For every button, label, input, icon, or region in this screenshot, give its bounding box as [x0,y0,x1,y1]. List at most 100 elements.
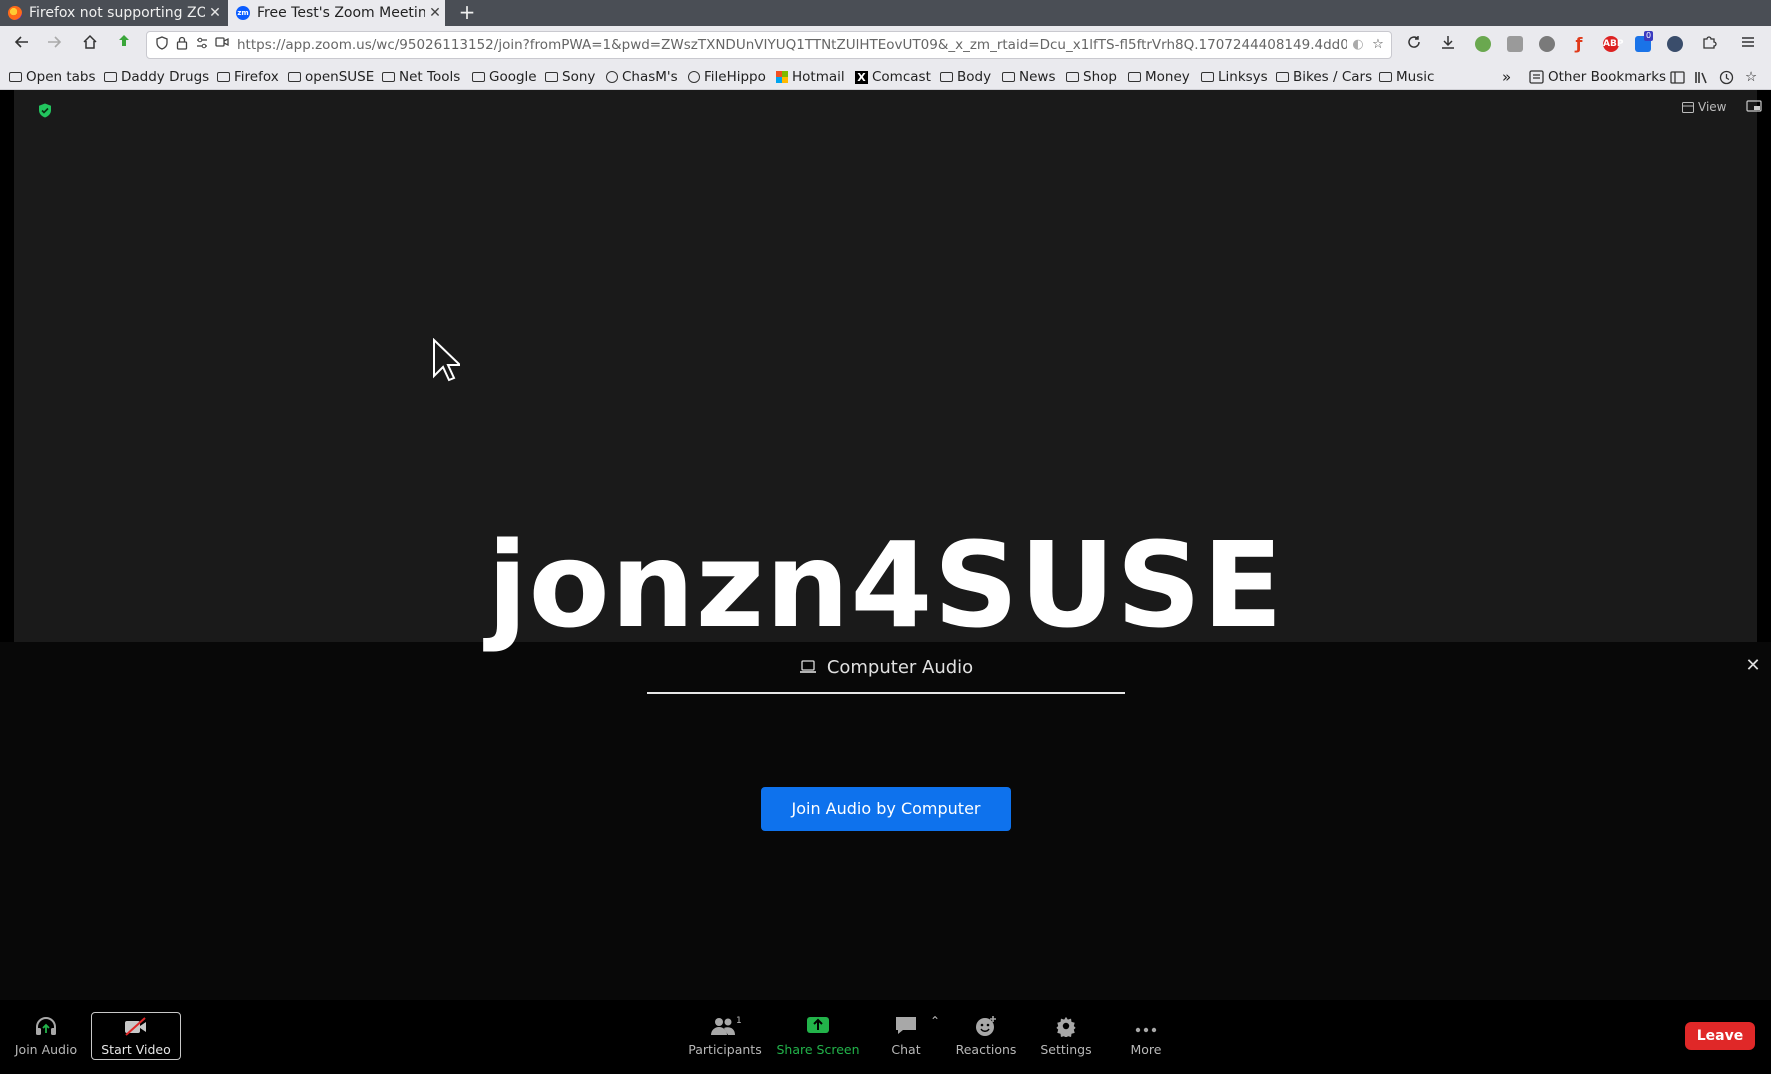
view-button[interactable]: View [1682,98,1763,116]
refresh-extension-button[interactable] [112,33,136,57]
bookmark-label: Hotmail [792,69,845,85]
fullscreen-icon[interactable] [1746,100,1763,114]
join-audio-button[interactable]: Join Audio [6,1008,86,1064]
bookmark-google[interactable]: Google [472,64,537,90]
reload-button[interactable] [1402,33,1426,57]
other-bookmarks[interactable]: Other Bookmarks [1529,64,1666,90]
bookmark-label: Shop [1083,69,1117,85]
bookmark-comcast[interactable]: X Comcast [855,64,931,90]
reactions-button[interactable]: Reactions [946,1008,1026,1064]
share-screen-button[interactable]: Share Screen [776,1008,860,1064]
url-text[interactable]: https://app.zoom.us/wc/95026113152/join?… [237,32,1347,58]
bookmark-label: Net Tools [399,69,461,85]
extension-shield-icon[interactable] [1507,36,1523,52]
back-button[interactable] [10,33,34,57]
bookmark-label: FileHippo [704,69,766,85]
forward-button[interactable] [42,33,66,57]
encryption-shield-icon[interactable] [38,103,52,118]
extension-green-icon[interactable] [1475,36,1491,52]
start-video-label: Start Video [101,1042,171,1057]
folder-icon [1276,72,1289,82]
tab-zoom-meeting[interactable]: zm Free Test's Zoom Meeting ✕ [228,0,445,26]
lock-icon[interactable] [173,36,191,54]
bookmark-shop[interactable]: Shop [1066,64,1117,90]
bookmark-opensuse[interactable]: openSUSE [288,64,374,90]
bookmark-star-icon[interactable]: ☆ [1369,36,1387,54]
bookmark-music[interactable]: Music [1379,64,1434,90]
bookmark-body[interactable]: Body [940,64,991,90]
bookmarks-star-icon[interactable]: ☆ [1745,64,1757,90]
bookmark-label: openSUSE [305,69,375,85]
bookmark-hotmail[interactable]: Hotmail [776,64,845,90]
bookmark-net-tools[interactable]: Net Tools [382,64,460,90]
home-button[interactable] [78,33,102,57]
leave-button[interactable]: Leave [1685,1022,1755,1050]
folder-icon [940,72,953,82]
bookmark-bikes-cars[interactable]: Bikes / Cars [1276,64,1372,90]
menu-button[interactable] [1736,33,1760,57]
library-icon[interactable] [1694,64,1709,90]
bookmark-label: Linksys [1218,69,1268,85]
adblock-plus-icon[interactable]: ABP [1603,36,1623,52]
microsoft-icon [776,71,788,83]
extension-badge: 0 [1644,31,1654,41]
bookmark-firefox[interactable]: Firefox [217,64,279,90]
navigation-toolbar: https://app.zoom.us/wc/95026113152/join?… [0,26,1771,64]
extensions-button[interactable] [1697,33,1721,57]
folder-icon [217,72,230,82]
url-bar[interactable]: https://app.zoom.us/wc/95026113152/join?… [146,31,1392,59]
bookmark-open-tabs[interactable]: Open tabs [9,64,96,90]
zoom-meeting-area: View Computer Audio ✕ Join Audio by Comp… [0,90,1771,1074]
start-video-button[interactable]: Start Video [91,1012,181,1060]
bookmark-label: Body [957,69,992,85]
home-icon [83,34,97,49]
extension-gray-icon[interactable] [1539,36,1555,52]
participants-count: 1 [736,1016,742,1026]
history-icon[interactable] [1719,64,1734,90]
tab-title: Firefox not supporting ZO [29,5,205,21]
folder-icon [1128,72,1141,82]
bookmark-chasms[interactable]: ChasM's [606,64,678,90]
bookmark-label: Bikes / Cars [1293,69,1373,85]
sidebar-toggle-icon[interactable] [1670,64,1685,90]
bookmark-sony[interactable]: Sony [545,64,595,90]
laptop-icon [799,660,816,673]
bookmark-label: News [1019,69,1056,85]
folder-icon [1201,72,1214,82]
tab-firefox-not-supporting[interactable]: Firefox not supporting ZO ✕ [0,0,225,26]
permissions-icon[interactable] [193,36,211,54]
join-audio-by-computer-button[interactable]: Join Audio by Computer [761,787,1011,831]
bookmark-label: ChasM's [622,69,678,85]
reactions-label: Reactions [955,1042,1017,1057]
bookmark-filehippo[interactable]: FileHippo [688,64,766,90]
close-tab-icon[interactable]: ✕ [205,5,225,21]
reader-mode-icon[interactable]: ◐ [1349,36,1367,54]
reload-icon [1408,36,1420,48]
bookmark-linksys[interactable]: Linksys [1201,64,1268,90]
flash-extension-icon[interactable]: ƒ [1571,36,1587,52]
new-tab-button[interactable]: + [456,0,478,26]
grid-view-icon [1682,101,1694,113]
close-tab-icon[interactable]: ✕ [425,5,445,21]
bookmark-money[interactable]: Money [1128,64,1190,90]
bookmark-daddy-drugs[interactable]: Daddy Drugs [104,64,209,90]
camera-permission-icon[interactable] [213,36,231,54]
bookmarks-toolbar: Open tabs Daddy Drugs Firefox openSUSE N… [0,64,1771,90]
close-icon[interactable]: ✕ [1743,656,1763,676]
bookmark-label: Comcast [872,69,931,85]
more-button[interactable]: More [1106,1008,1186,1064]
settings-button[interactable]: Settings [1026,1008,1106,1064]
bookmark-news[interactable]: News [1002,64,1055,90]
downloads-button[interactable] [1436,33,1460,57]
join-audio-label: Join Audio [14,1042,78,1057]
bookmark-label: Firefox [234,69,279,85]
mouse-pointer-icon [433,338,460,382]
green-arrows-icon [119,35,129,46]
tracking-shield-icon[interactable] [153,36,171,54]
participants-button[interactable]: 1 Participants [684,1008,766,1064]
bookmarks-overflow-chevron-icon[interactable]: » [1502,64,1511,90]
extension-dark-icon[interactable] [1667,36,1683,52]
bookmarks-list-icon [1529,70,1544,84]
folder-icon [545,72,558,82]
chat-options-chevron-up-icon[interactable]: ⌃ [930,1014,940,1028]
